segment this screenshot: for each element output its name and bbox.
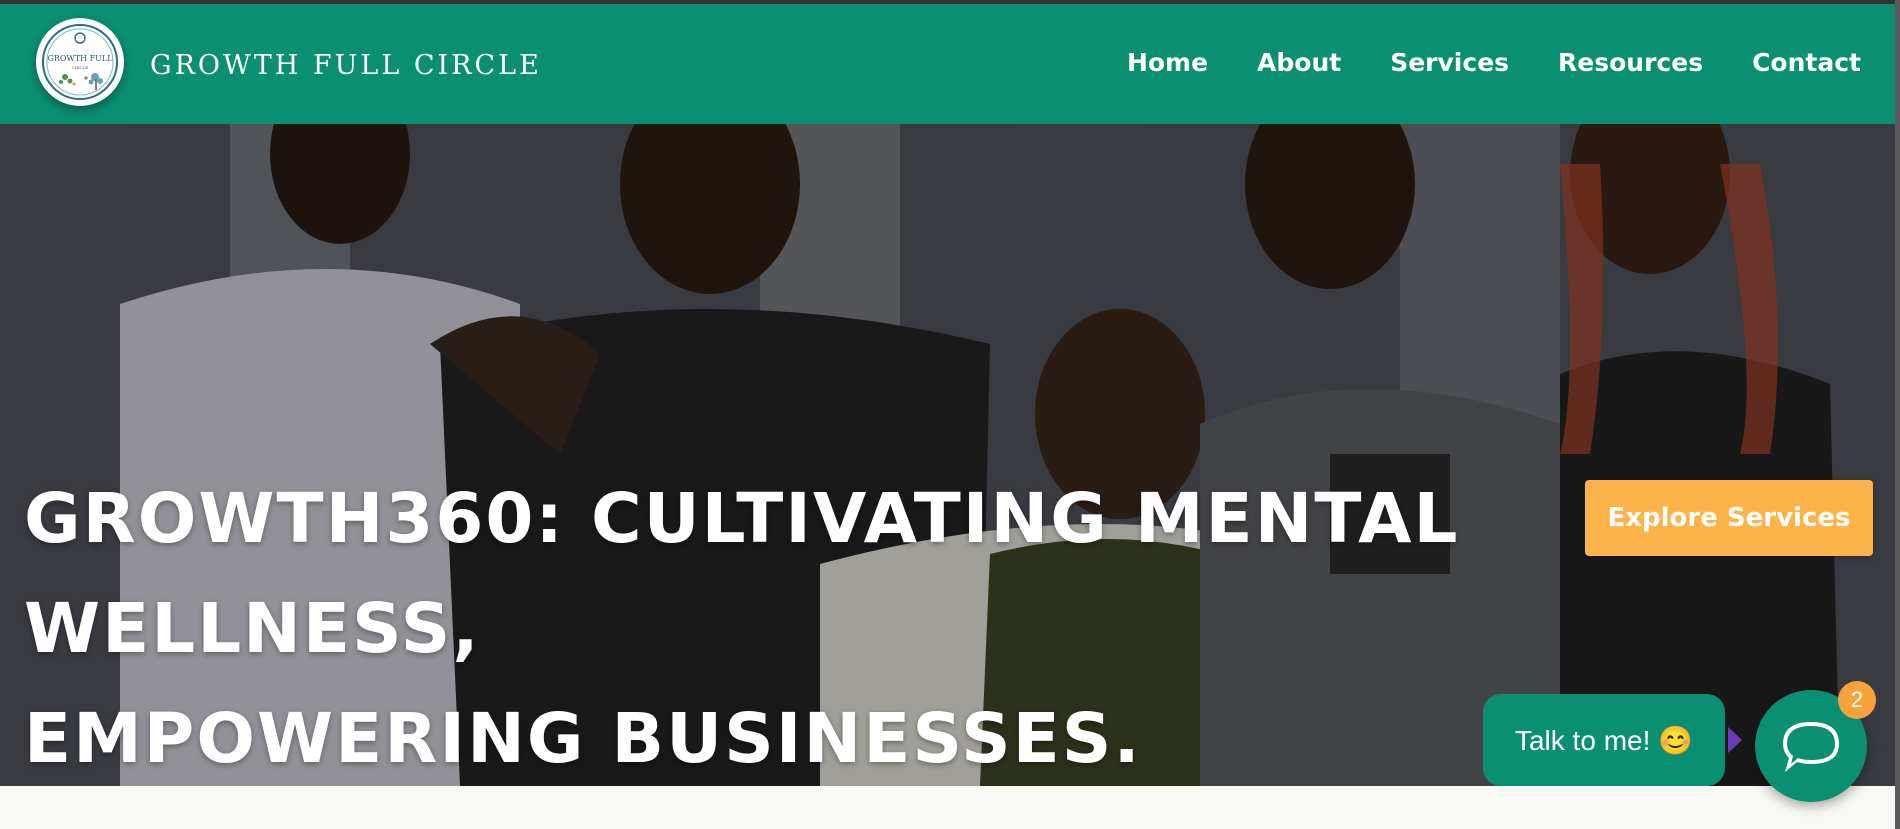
brand-logo[interactable]: GROWTH FULL CIRCLE: [36, 18, 124, 106]
site-header: GROWTH FULL CIRCLE GROWTH FULL CIRCLE Ho…: [0, 4, 1895, 124]
chat-pointer-arrow: [1728, 727, 1742, 753]
growth-full-circle-logo-icon: GROWTH FULL CIRCLE: [42, 24, 118, 100]
explore-services-button[interactable]: Explore Services: [1585, 480, 1873, 556]
nav-about[interactable]: About: [1257, 48, 1341, 77]
nav-resources[interactable]: Resources: [1558, 48, 1703, 77]
hero-section: GROWTH360: CULTIVATING MENTAL WELLNESS, …: [0, 124, 1895, 786]
chat-notification-badge: 2: [1838, 681, 1876, 719]
chat-prompt-bubble[interactable]: Talk to me! 😊: [1483, 694, 1725, 786]
nav-contact[interactable]: Contact: [1752, 48, 1861, 77]
main-nav: Home About Services Resources Contact: [1127, 48, 1861, 77]
chat-icon: [1783, 722, 1839, 772]
nav-services[interactable]: Services: [1390, 48, 1509, 77]
logo-text: GROWTH FULL: [48, 54, 114, 63]
logo-subtext: CIRCLE: [72, 65, 88, 70]
hero-headline-line-1: GROWTH360: CULTIVATING MENTAL WELLNESS,: [24, 479, 1460, 669]
nav-home[interactable]: Home: [1127, 48, 1208, 77]
brand-name[interactable]: GROWTH FULL CIRCLE: [150, 50, 542, 81]
scrollbar-track[interactable]: [1895, 0, 1900, 829]
